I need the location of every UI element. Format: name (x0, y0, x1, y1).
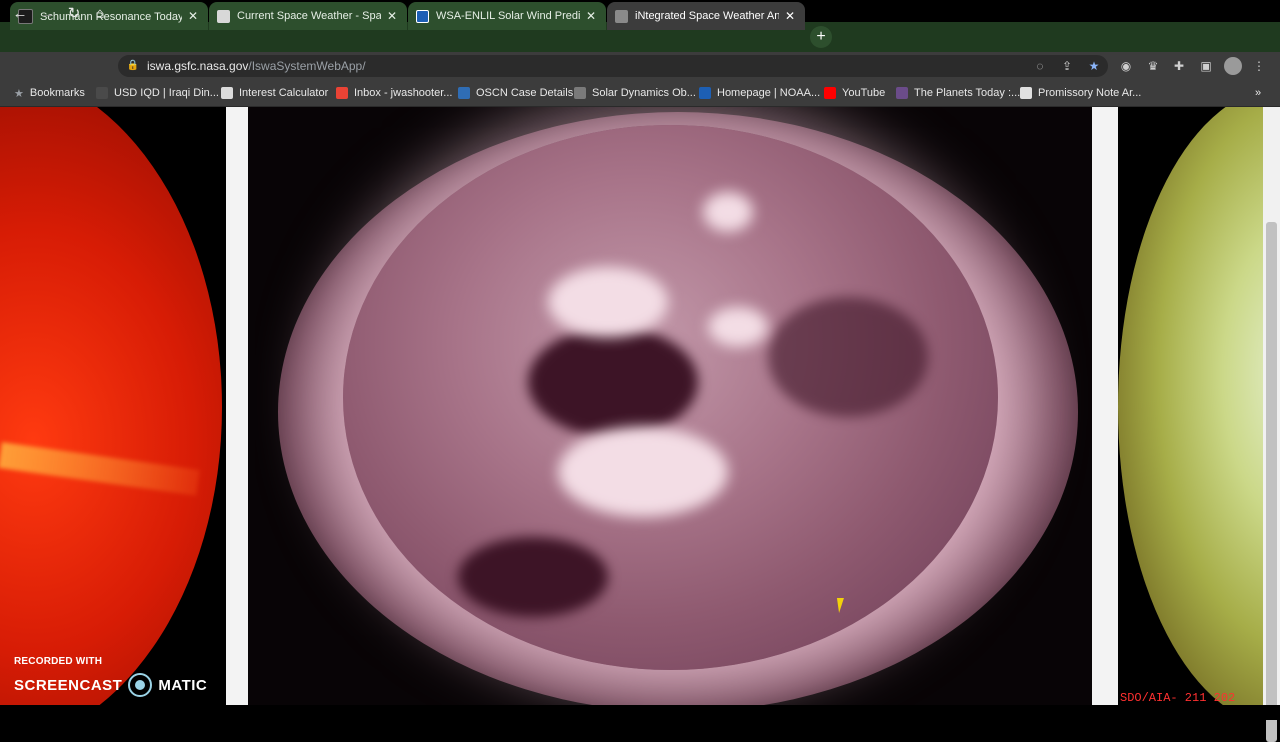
coronal-hole (458, 537, 608, 617)
coronal-hole (528, 327, 698, 437)
profile-avatar[interactable] (1224, 57, 1242, 75)
page-content: SDO/AIA- 211 202 (0, 107, 1280, 705)
close-icon[interactable]: ✕ (584, 9, 598, 23)
tab-label: Schumann Resonance Today ⚡ (40, 10, 182, 23)
bookmark-planets-today[interactable]: The Planets Today :... (896, 85, 1020, 101)
bookmark-oscn[interactable]: OSCN Case Details (458, 85, 573, 101)
solar-image-frame (226, 107, 1118, 705)
watermark-line1: RECORDED WITH (14, 656, 103, 667)
forward-icon[interactable]: → (38, 5, 56, 23)
bookmark-interest-calculator[interactable]: Interest Calculator (221, 85, 328, 101)
bookmark-star-icon[interactable]: ★ (1087, 59, 1101, 73)
solar-image-aia[interactable] (248, 107, 1092, 705)
active-region (703, 192, 753, 232)
new-tab-button[interactable]: + (810, 26, 832, 48)
tab-iswa[interactable]: iNtegrated Space Weather Analy ✕ (607, 2, 805, 30)
noaa-icon (699, 87, 711, 99)
extensions-puzzle-icon[interactable]: ✚ (1172, 59, 1186, 73)
image-caption: SDO/AIA- 211 202 (1120, 691, 1236, 705)
eye-off-icon[interactable]: ◌ (1033, 59, 1047, 73)
iswa-icon (615, 9, 628, 23)
bookmark-noaa[interactable]: Homepage | NOAA... (699, 85, 820, 101)
youtube-icon (824, 87, 836, 99)
url-text[interactable]: iswa.gsfc.nasa.gov/IswaSystemWebApp/ (147, 59, 366, 73)
active-region (548, 267, 668, 337)
active-region (558, 427, 728, 517)
oscn-icon (458, 87, 470, 99)
star-icon: ★ (14, 87, 24, 100)
note-icon (1020, 87, 1032, 99)
bookmark-inbox[interactable]: Inbox - jwashooter... (336, 85, 452, 101)
vertical-scrollbar[interactable] (1263, 107, 1280, 742)
share-icon[interactable]: ⇪ (1060, 59, 1074, 73)
coronal-hole (768, 297, 928, 417)
sun-disc-composite (1118, 107, 1263, 705)
close-icon[interactable]: ✕ (385, 9, 399, 23)
tab-label: iNtegrated Space Weather Analy (635, 10, 779, 22)
solar-image-red[interactable] (0, 107, 226, 705)
menu-kebab-icon[interactable]: ⋮ (1252, 59, 1266, 73)
mouse-cursor-icon (836, 598, 852, 613)
back-icon[interactable]: ← (11, 5, 29, 23)
tab-space-weather[interactable]: Current Space Weather - Space W ✕ (209, 2, 407, 30)
tab-label: Current Space Weather - Space W (237, 10, 381, 22)
sdo-icon (574, 87, 586, 99)
close-icon[interactable]: ✕ (186, 9, 200, 23)
bottom-strip (0, 705, 1280, 720)
solar-image-composite[interactable]: SDO/AIA- 211 202 (1118, 107, 1263, 705)
bookmarks-overflow-chevron-icon[interactable]: » (1255, 85, 1261, 101)
active-region (708, 307, 768, 347)
tab-label: WSA-ENLIL Solar Wind Prediction (436, 10, 580, 22)
url-host: iswa.gsfc.nasa.gov (147, 59, 249, 73)
url-path: /IswaSystemWebApp/ (248, 59, 366, 73)
close-icon[interactable]: ✕ (783, 9, 797, 23)
tab-favicon (217, 9, 230, 23)
extension-crown-icon[interactable]: ♛ (1146, 59, 1160, 73)
side-panel-icon[interactable]: ▣ (1199, 59, 1213, 73)
noaa-icon (416, 9, 429, 23)
home-icon[interactable]: ⌂ (91, 5, 109, 23)
screencast-logo-icon (128, 673, 153, 697)
calculator-icon (221, 87, 233, 99)
bookmark-sdo[interactable]: Solar Dynamics Ob... (574, 85, 696, 101)
bookmark-usd-iqd[interactable]: USD IQD | Iraqi Din... (96, 85, 219, 101)
extension-w-icon[interactable]: ◉ (1119, 59, 1133, 73)
inv-icon (96, 87, 108, 99)
scrollbar-thumb[interactable] (1266, 222, 1277, 742)
bookmark-promissory-note[interactable]: Promissory Note Ar... (1020, 85, 1141, 101)
planets-icon (896, 87, 908, 99)
sun-disc-red (0, 107, 222, 705)
bookmark-youtube[interactable]: YouTube (824, 85, 885, 101)
reload-icon[interactable]: ↻ (65, 5, 83, 23)
gmail-icon (336, 87, 348, 99)
tab-wsa-enlil[interactable]: WSA-ENLIL Solar Wind Prediction ✕ (408, 2, 606, 30)
screencast-watermark: SCREENCAST MATIC (14, 673, 207, 697)
bookmark-all[interactable]: ★ Bookmarks (14, 85, 85, 101)
lock-icon[interactable]: 🔒 (126, 59, 140, 73)
